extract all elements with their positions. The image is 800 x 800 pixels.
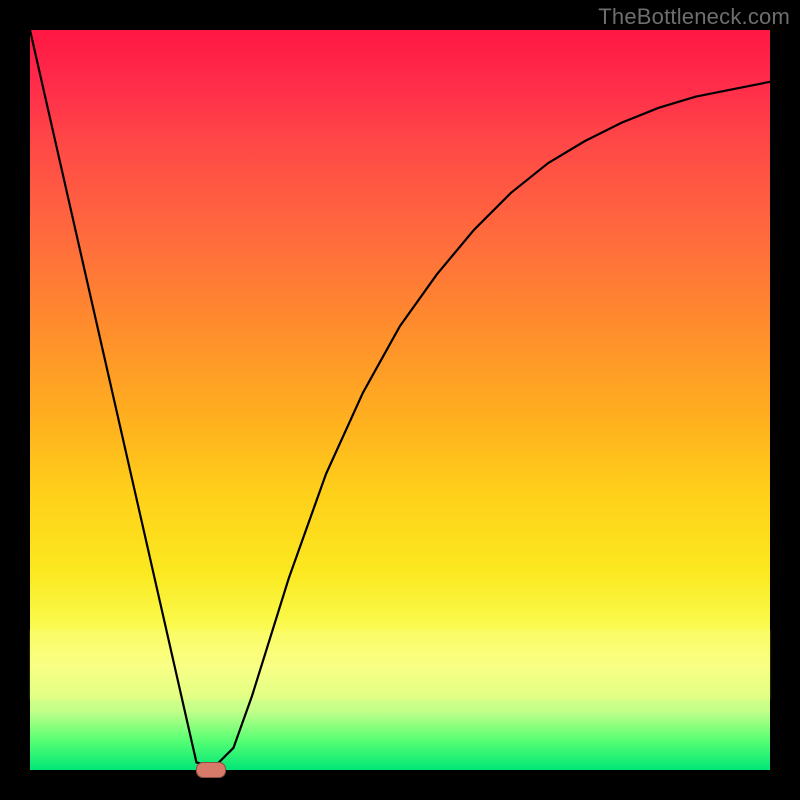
watermark-text: TheBottleneck.com: [598, 4, 790, 30]
bottleneck-marker: [196, 762, 226, 778]
highlight-band: [30, 630, 770, 700]
chart-frame: TheBottleneck.com: [0, 0, 800, 800]
plot-area: [30, 30, 770, 770]
